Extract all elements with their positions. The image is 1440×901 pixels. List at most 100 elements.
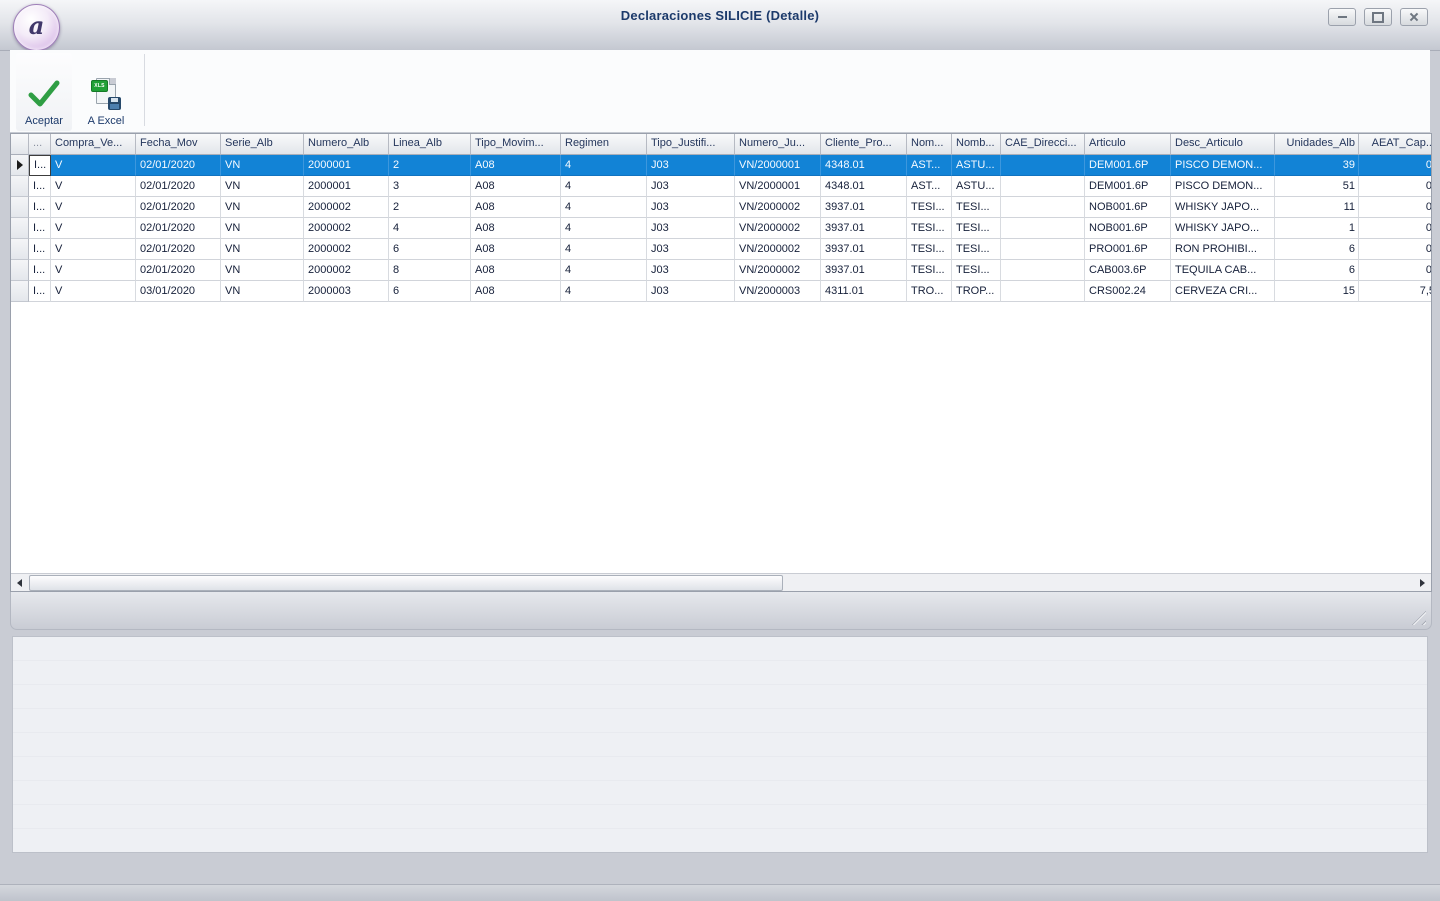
column-header-numero_ju[interactable]: Numero_Ju... (735, 134, 821, 155)
grid-cell[interactable]: 4348.01 (821, 155, 907, 176)
grid-cell[interactable]: I... (29, 176, 51, 197)
grid-cell[interactable]: A08 (471, 176, 561, 197)
grid-cell[interactable]: 4 (561, 281, 647, 302)
grid-cell[interactable]: TESI... (952, 260, 1001, 281)
grid-cell[interactable]: 39 (1275, 155, 1359, 176)
horizontal-scrollbar[interactable] (11, 573, 1431, 591)
grid-cell[interactable]: 0, (1359, 176, 1432, 197)
grid-cell[interactable]: TESI... (952, 239, 1001, 260)
grid-cell[interactable]: 51 (1275, 176, 1359, 197)
grid-cell[interactable]: 2000002 (304, 218, 389, 239)
title-bar[interactable]: Declaraciones SILICIE (Detalle) (0, 0, 1440, 51)
grid-cell[interactable]: VN (221, 197, 304, 218)
column-header-regimen[interactable]: Regimen (561, 134, 647, 155)
grid-cell[interactable]: 2 (389, 197, 471, 218)
column-header-serie_alb[interactable]: Serie_Alb (221, 134, 304, 155)
grid-cell[interactable]: WHISKY JAPO... (1171, 197, 1275, 218)
grid-cell[interactable]: J03 (647, 218, 735, 239)
table-row[interactable]: I...V02/01/2020VN20000022A084J03VN/20000… (11, 197, 1431, 218)
table-row[interactable]: I...V02/01/2020VN20000013A084J03VN/20000… (11, 176, 1431, 197)
scroll-right-button[interactable] (1414, 575, 1431, 591)
grid-cell[interactable]: VN/2000002 (735, 260, 821, 281)
grid-cell[interactable]: RON PROHIBI... (1171, 239, 1275, 260)
grid-cell[interactable]: V (51, 218, 136, 239)
row-header[interactable] (11, 239, 29, 260)
grid-cell[interactable]: I... (29, 281, 51, 302)
grid-cell[interactable]: 4 (561, 155, 647, 176)
grid-cell[interactable]: AST... (907, 176, 952, 197)
grid-cell[interactable]: 4311.01 (821, 281, 907, 302)
grid-cell[interactable]: 2000003 (304, 281, 389, 302)
grid-cell[interactable]: 15 (1275, 281, 1359, 302)
grid-cell[interactable]: 3937.01 (821, 197, 907, 218)
grid-cell[interactable]: V (51, 260, 136, 281)
grid-cell[interactable]: VN (221, 239, 304, 260)
grid-cell[interactable]: 3937.01 (821, 218, 907, 239)
column-header-cae_direcci[interactable]: CAE_Direcci... (1001, 134, 1085, 155)
grid-cell[interactable]: 6 (389, 239, 471, 260)
grid-cell[interactable]: 3937.01 (821, 260, 907, 281)
grid-cell[interactable]: PISCO DEMON... (1171, 155, 1275, 176)
grid-cell[interactable]: 6 (389, 281, 471, 302)
column-header-linea_alb[interactable]: Linea_Alb (389, 134, 471, 155)
grid-cell[interactable]: 2000001 (304, 155, 389, 176)
row-header[interactable] (11, 176, 29, 197)
grid-cell[interactable]: TESI... (907, 218, 952, 239)
grid-cell[interactable] (1001, 176, 1085, 197)
grid-cell[interactable]: I... (29, 239, 51, 260)
grid-cell[interactable]: TESI... (952, 218, 1001, 239)
grid-cell[interactable]: 2 (389, 155, 471, 176)
grid-cell[interactable]: VN/2000001 (735, 155, 821, 176)
grid-cell[interactable]: 4348.01 (821, 176, 907, 197)
grid-cell[interactable]: 8 (389, 260, 471, 281)
grid-cell[interactable]: CERVEZA CRI... (1171, 281, 1275, 302)
grid-corner[interactable] (11, 134, 29, 155)
grid-cell[interactable]: 02/01/2020 (136, 176, 221, 197)
column-header-compra_ve[interactable]: Compra_Ve... (51, 134, 136, 155)
grid-cell[interactable]: A08 (471, 197, 561, 218)
grid-cell[interactable]: 4 (561, 239, 647, 260)
grid-cell[interactable]: 3937.01 (821, 239, 907, 260)
grid-cell[interactable]: TESI... (907, 239, 952, 260)
grid-cell[interactable]: TRO... (907, 281, 952, 302)
grid-cell[interactable] (1001, 218, 1085, 239)
column-header-articulo[interactable]: Articulo (1085, 134, 1171, 155)
grid-cell[interactable]: V (51, 197, 136, 218)
grid-cell[interactable]: 02/01/2020 (136, 155, 221, 176)
grid-cell[interactable]: TESI... (952, 197, 1001, 218)
grid-cell[interactable]: VN (221, 218, 304, 239)
grid-cell[interactable]: VN/2000001 (735, 176, 821, 197)
grid-cell[interactable]: 4 (561, 176, 647, 197)
grid-cell[interactable]: VN/2000003 (735, 281, 821, 302)
column-header-fecha_mov[interactable]: Fecha_Mov (136, 134, 221, 155)
row-header[interactable] (11, 218, 29, 239)
table-row[interactable]: I...V02/01/2020VN20000028A084J03VN/20000… (11, 260, 1431, 281)
grid-cell[interactable]: 7,5 (1359, 281, 1432, 302)
column-header-dots[interactable]: ... (29, 134, 51, 155)
grid-cell[interactable]: 2000002 (304, 239, 389, 260)
grid-cell[interactable]: CRS002.24 (1085, 281, 1171, 302)
maximize-button[interactable] (1364, 8, 1392, 26)
grid-cell[interactable]: 02/01/2020 (136, 260, 221, 281)
app-menu-button[interactable]: a (13, 4, 60, 51)
grid-cell[interactable]: ASTU... (952, 155, 1001, 176)
grid-cell[interactable] (1001, 155, 1085, 176)
grid-cell[interactable]: V (51, 281, 136, 302)
grid-cell[interactable] (1001, 197, 1085, 218)
grid-cell[interactable]: 2000001 (304, 176, 389, 197)
grid-cell[interactable]: 11 (1275, 197, 1359, 218)
grid-cell[interactable]: CAB003.6P (1085, 260, 1171, 281)
grid-cell[interactable]: J03 (647, 239, 735, 260)
grid-cell[interactable]: VN/2000002 (735, 197, 821, 218)
column-header-unidades_alb[interactable]: Unidades_Alb (1275, 134, 1359, 155)
grid-cell[interactable]: TESI... (907, 197, 952, 218)
column-header-cliente_pro[interactable]: Cliente_Pro... (821, 134, 907, 155)
column-header-tipo_movim[interactable]: Tipo_Movim... (471, 134, 561, 155)
grid-cell[interactable]: 3 (389, 176, 471, 197)
grid-cell[interactable]: J03 (647, 176, 735, 197)
a-excel-button[interactable]: XLS A Excel (78, 53, 134, 131)
grid-cell[interactable]: VN (221, 281, 304, 302)
row-header[interactable] (11, 155, 29, 176)
grid-cell[interactable]: A08 (471, 218, 561, 239)
grid-cell[interactable]: 0, (1359, 239, 1432, 260)
